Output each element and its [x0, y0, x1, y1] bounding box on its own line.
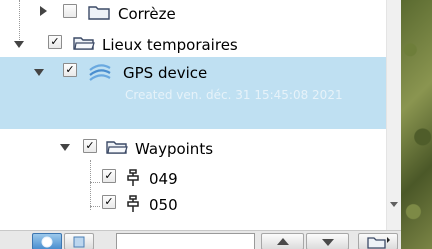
places-tree: Corrèze ✓ Lieux temporaires ✓ GPS device… [0, 0, 401, 230]
move-down-icon [322, 239, 334, 246]
places-toolbar [0, 230, 401, 249]
move-down-button[interactable] [306, 233, 349, 249]
tree-item-gps-device[interactable]: ✓ GPS device [0, 60, 401, 88]
tree-item-label: 049 [149, 170, 178, 188]
tree-item-label: Corrèze [118, 5, 176, 23]
waypoint-pin-icon [127, 169, 139, 186]
visibility-checkbox[interactable]: ✓ [63, 63, 77, 77]
tree-item-waypoint-049[interactable]: ✓ 049 [0, 167, 401, 195]
scroll-down-arrow-icon[interactable] [390, 202, 398, 207]
visibility-checkbox[interactable]: ✓ [48, 35, 62, 49]
tree-item-label: Waypoints [135, 140, 214, 158]
tree-item-waypoint-050[interactable]: ✓ 050 [0, 193, 401, 221]
places-panel: Corrèze ✓ Lieux temporaires ✓ GPS device… [0, 0, 432, 249]
add-folder-button[interactable] [358, 233, 398, 249]
collapse-arrow-icon[interactable] [60, 144, 70, 151]
waypoint-pin-icon [127, 195, 139, 212]
layers-view-button[interactable] [64, 233, 94, 249]
folder-open-icon [73, 37, 95, 50]
layers-view-icon [73, 236, 85, 248]
tree-item-label: 050 [149, 196, 178, 214]
collapse-arrow-icon[interactable] [14, 41, 24, 48]
move-up-button[interactable] [261, 233, 304, 249]
add-folder-icon [367, 237, 390, 249]
folder-icon [88, 6, 110, 20]
collapse-arrow-icon[interactable] [34, 69, 44, 76]
search-input[interactable] [116, 233, 255, 249]
visibility-checkbox[interactable]: ✓ [102, 169, 116, 183]
vertical-scrollbar[interactable] [386, 0, 401, 230]
tree-item-waypoints[interactable]: ✓ Waypoints [0, 138, 401, 166]
folder-open-icon [106, 141, 128, 154]
places-view-button[interactable] [32, 233, 62, 249]
gps-device-subtitle: Created ven. déc. 31 15:45:08 2021 [125, 88, 343, 102]
tree-item-lieux-temporaires[interactable]: ✓ Lieux temporaires [0, 32, 401, 60]
visibility-checkbox[interactable]: ✓ [102, 195, 116, 209]
tree-item-label: Lieux temporaires [102, 36, 238, 54]
tree-item-label: GPS device [123, 64, 208, 82]
map-view[interactable] [401, 0, 432, 249]
visibility-checkbox[interactable] [63, 4, 77, 18]
places-view-icon [41, 236, 53, 248]
move-up-icon [277, 238, 289, 245]
tree-item-correze[interactable]: Corrèze [0, 2, 401, 30]
visibility-checkbox[interactable]: ✓ [83, 139, 97, 153]
expand-arrow-icon[interactable] [40, 6, 47, 16]
gps-device-icon [89, 64, 111, 81]
